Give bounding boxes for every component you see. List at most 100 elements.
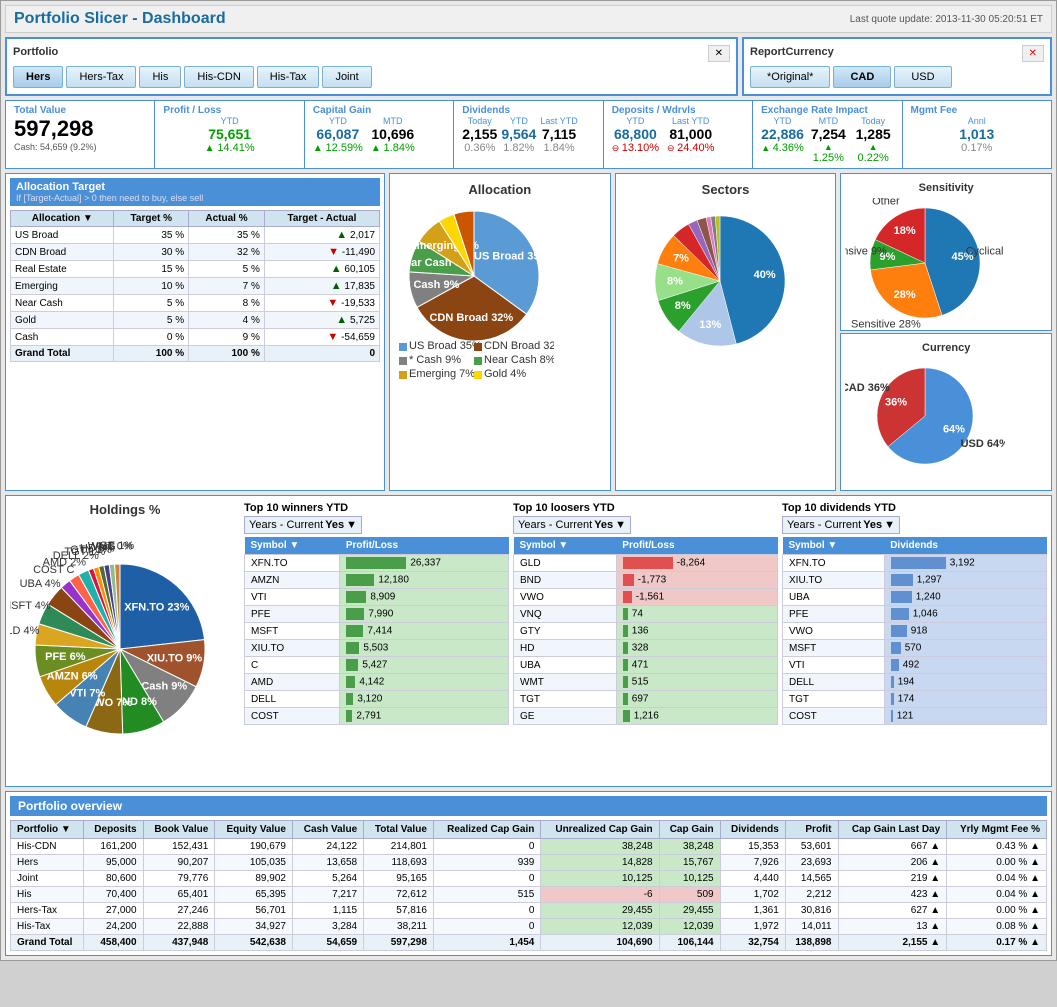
capital-gain-ytd: 66,087: [313, 126, 363, 142]
loser-symbol: GE: [514, 708, 617, 725]
dividends-last-ytd: 7,115: [540, 126, 577, 142]
winner-symbol: MSFT: [245, 623, 340, 640]
report-btn-usd[interactable]: USD: [894, 66, 951, 88]
metrics-row: Total Value 597,298 Cash: 54,659 (9.2%) …: [5, 100, 1052, 169]
holdings-section: Holdings % XFN.TO 23%XIU.TO 9%* Cash 9%B…: [5, 495, 1052, 787]
portfolio-btn-his-tax[interactable]: His-Tax: [257, 66, 320, 88]
portfolio-close-button[interactable]: ✕: [708, 45, 730, 62]
deposits-label: Deposits / Wdrvls: [612, 105, 744, 116]
losers-title: Top 10 loosers YTD: [513, 500, 778, 516]
winner-value: 7,990: [340, 606, 509, 623]
top10-row: Top 10 winners YTD Years - Current Yes ▼…: [244, 500, 1047, 725]
overview-portfolio: Hers-Tax: [11, 903, 84, 919]
dashboard-header: Portfolio Slicer - Dashboard Last quote …: [5, 5, 1052, 33]
alloc-row-name: Gold: [11, 312, 114, 329]
winner-symbol: DELL: [245, 691, 340, 708]
svg-text:AMZN 6%: AMZN 6%: [47, 671, 98, 683]
loser-value: 697: [616, 691, 777, 708]
capital-gain-cell: Capital Gain YTD 66,087 ▲ 12.59% MTD 10,…: [305, 101, 454, 168]
overview-portfolio: His-CDN: [11, 839, 84, 855]
allocation-table: Allocation ▼ Target % Actual % Target - …: [10, 210, 380, 362]
winner-value: 8,909: [340, 589, 509, 606]
loser-value: 74: [616, 606, 777, 623]
svg-text:7%: 7%: [673, 252, 689, 264]
svg-text:VTI 7%: VTI 7%: [69, 687, 105, 699]
losers-filter: Years - Current Yes ▼: [513, 516, 631, 534]
alloc-row-name: Grand Total: [11, 346, 114, 362]
overview-portfolio: Joint: [11, 871, 84, 887]
svg-text:8%: 8%: [674, 300, 690, 312]
loser-symbol: VWO: [514, 589, 617, 606]
svg-text:28%: 28%: [894, 289, 916, 301]
sensitivity-chart-box: Sensitivity 45%28%9%18%Cyclical 45%Sensi…: [840, 173, 1052, 331]
exchange-today: 1,285: [853, 126, 894, 142]
loser-symbol: UBA: [514, 657, 617, 674]
overview-portfolio: His: [11, 887, 84, 903]
winner-value: 5,503: [340, 640, 509, 657]
exchange-rate-cell: Exchange Rate Impact YTD 22,886 ▲ 4.36% …: [753, 101, 902, 168]
dashboard-title: Portfolio Slicer - Dashboard: [14, 10, 226, 28]
exchange-mtd: 7,254: [808, 126, 849, 142]
exchange-rate-label: Exchange Rate Impact: [761, 105, 893, 116]
loser-symbol: VNQ: [514, 606, 617, 623]
top10-dividends-box: Top 10 dividends YTD Years - Current Yes…: [782, 500, 1047, 725]
loser-value: 328: [616, 640, 777, 657]
winner-value: 3,120: [340, 691, 509, 708]
loser-symbol: WMT: [514, 674, 617, 691]
report-btn-original[interactable]: *Original*: [750, 66, 830, 88]
overview-portfolio: Hers: [11, 855, 84, 871]
svg-text:UBA 4%: UBA 4%: [20, 578, 61, 590]
svg-text:Emerging 7%: Emerging 7%: [409, 368, 475, 380]
top10-losers-box: Top 10 loosers YTD Years - Current Yes ▼…: [513, 500, 778, 725]
portfolio-btn-hers-tax[interactable]: Hers-Tax: [66, 66, 136, 88]
svg-text:* Cash 9%: * Cash 9%: [406, 279, 459, 291]
right-charts: Sensitivity 45%28%9%18%Cyclical 45%Sensi…: [840, 173, 1052, 491]
svg-text:GE 1%: GE 1%: [99, 540, 134, 552]
dividend-symbol: XIU.TO: [783, 572, 885, 589]
exchange-ytd: 22,886: [761, 126, 804, 142]
winner-value: 7,414: [340, 623, 509, 640]
dividend-value: 918: [884, 623, 1046, 640]
overview-portfolio: Grand Total: [11, 935, 84, 951]
alloc-row-name: Near Cash: [11, 295, 114, 312]
svg-text:13%: 13%: [699, 319, 721, 331]
holdings-chart-area: Holdings % XFN.TO 23%XIU.TO 9%* Cash 9%B…: [10, 500, 240, 782]
winner-value: 12,180: [340, 572, 509, 589]
portfolio-btn-his[interactable]: His: [139, 66, 181, 88]
dividend-value: 1,046: [884, 606, 1046, 623]
loser-value: -1,773: [616, 572, 777, 589]
svg-text:CDN Broad 32%: CDN Broad 32%: [484, 340, 554, 352]
portfolio-overview-table: Portfolio ▼ Deposits Book Value Equity V…: [10, 820, 1047, 951]
portfolio-section: Portfolio ✕ Hers Hers-Tax His His-CDN Hi…: [5, 37, 738, 96]
losers-table: Symbol ▼Profit/Loss GLD -8,264 BND -1,77…: [513, 537, 778, 725]
report-btn-cad[interactable]: CAD: [833, 66, 891, 88]
mgmt-fee-label: Mgmt Fee: [911, 105, 1043, 116]
portfolio-btn-his-cdn[interactable]: His-CDN: [184, 66, 253, 88]
dividends-filter: Years - Current Yes ▼: [782, 516, 900, 534]
portfolio-btn-hers[interactable]: Hers: [13, 66, 63, 88]
portfolio-overview-header: Portfolio overview: [10, 796, 1047, 816]
svg-text:XFN.TO 23%: XFN.TO 23%: [124, 602, 189, 614]
alloc-row-name: Real Estate: [11, 261, 114, 278]
dividends-title: Top 10 dividends YTD: [782, 500, 1047, 516]
dividend-value: 492: [884, 657, 1046, 674]
report-currency-close-button[interactable]: ✕: [1022, 45, 1044, 62]
svg-text:* Cash 9%: * Cash 9%: [409, 354, 461, 366]
allocation-subtitle: If [Target-Actual] > 0 then need to buy,…: [16, 193, 374, 203]
portfolio-buttons: Hers Hers-Tax His His-CDN His-Tax Joint: [13, 66, 730, 88]
sectors-chart-box: Sectors 40%13%8%8%7%: [615, 173, 837, 491]
dividends-table: Symbol ▼Dividends XFN.TO 3,192 XIU.TO 1,…: [782, 537, 1047, 725]
winners-title: Top 10 winners YTD: [244, 500, 509, 516]
report-currency-section: ReportCurrency ✕ *Original* CAD USD: [742, 37, 1052, 96]
portfolio-btn-joint[interactable]: Joint: [322, 66, 371, 88]
dividends-today: 2,155: [462, 126, 497, 142]
quote-update: Last quote update: 2013-11-30 05:20:51 E…: [850, 14, 1043, 25]
dividend-symbol: TGT: [783, 691, 885, 708]
svg-text:GLD 4%: GLD 4%: [10, 625, 40, 637]
loser-value: -8,264: [616, 555, 777, 572]
overview-portfolio: His-Tax: [11, 919, 84, 935]
svg-text:Near Cash 8%: Near Cash 8%: [484, 354, 554, 366]
deposits-ytd: 68,800: [612, 126, 659, 142]
loser-value: -1,561: [616, 589, 777, 606]
loser-symbol: TGT: [514, 691, 617, 708]
